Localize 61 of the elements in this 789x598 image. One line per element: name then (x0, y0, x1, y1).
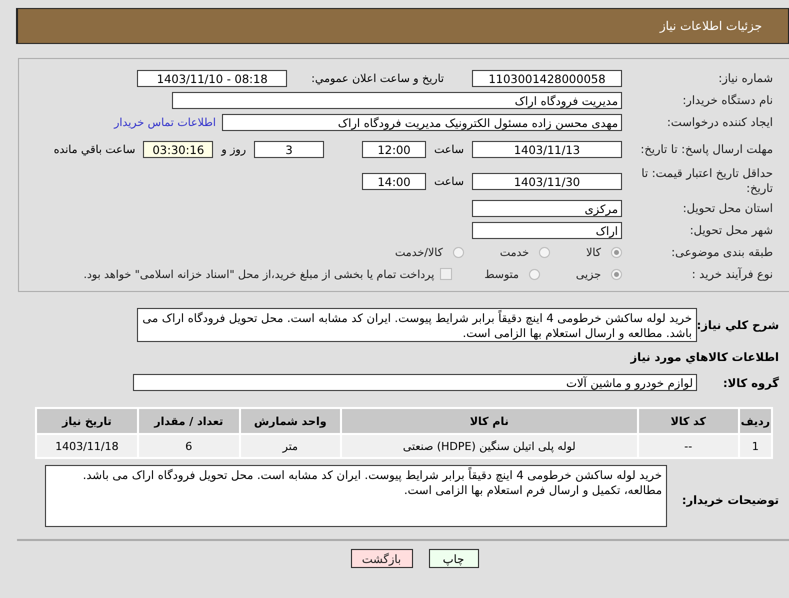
field-label: نام دستگاه خریدار: (681, 93, 773, 107)
radio-button[interactable] (611, 246, 622, 258)
field-label: شماره نیاز: (717, 71, 773, 85)
text-field[interactable]: 14:00 (362, 172, 426, 190)
option-label: جزیی (576, 268, 601, 280)
field-label: گروه کالا: (722, 376, 779, 390)
back-button[interactable]: بازگشت (350, 549, 412, 568)
text-field[interactable]: 1403/11/13 (472, 140, 622, 158)
text-field[interactable]: 1403/11/30 (472, 172, 622, 190)
field-label: طبقه بندی موضوعی: (670, 245, 773, 259)
radio-button[interactable] (452, 246, 464, 258)
table-cell: 6 (138, 435, 239, 457)
text-field[interactable]: 1103001428000058 (472, 70, 622, 86)
table-cell: متر (240, 435, 340, 457)
text-field[interactable]: مهدی محسن زاده مسئول الکترونیک مدیریت فرودگاه اراک (222, 114, 622, 130)
text-field[interactable]: اراک (472, 222, 622, 238)
field-label: تاریخ و ساعت اعلان عمومي: (311, 72, 444, 84)
field-label: روز و (221, 142, 246, 156)
text-field[interactable]: مرکزی (472, 200, 622, 216)
field-label: مهلت ارسال پاسخ: تا تاریخ: (639, 142, 773, 156)
column-header: ردیف (740, 409, 771, 433)
option-label: کالا/خدمت (395, 246, 443, 258)
table-cell: 1 (740, 435, 771, 457)
option-label: پرداخت تمام یا بخشی از مبلغ خرید،از محل "اسناد خزانه اسلامی" خواهد بود. (84, 268, 434, 280)
field-label: ایجاد کننده درخواست: (666, 115, 773, 129)
text-field[interactable]: 12:00 (362, 140, 426, 158)
field-label: استان محل تحویل: (682, 201, 773, 215)
option-label: کالا (586, 246, 601, 258)
section-heading: اطلاعات کالاهاي مورد نیاز (629, 350, 779, 366)
text-field[interactable]: 03:30:16 (143, 140, 214, 158)
field-label: شرح کلي نیاز: (697, 317, 779, 332)
contact-link[interactable]: اطلاعات تماس خریدار (114, 116, 216, 128)
column-header: تعداد / مقدار (138, 409, 239, 433)
column-header: نام کالا (342, 409, 637, 433)
field-label: حداقل تاریخ اعتبار قیمت: تا تاریخ: (640, 166, 773, 196)
column-header: کد کالا (638, 409, 738, 433)
print-button[interactable]: چاپ (428, 549, 478, 568)
column-header: تاریخ نیاز (37, 409, 137, 433)
option-label: متوسط (484, 268, 519, 280)
table-cell: -- (638, 435, 738, 457)
table-cell: لوله پلی اتیلن سنگین (HDPE) صنعتی (342, 435, 637, 457)
field-label: ساعت (434, 174, 464, 188)
field-label: ساعت باقي مانده (54, 142, 136, 156)
radio-button[interactable] (528, 268, 540, 280)
field-label: توضیحات خریدار: (680, 492, 779, 507)
checkbox[interactable] (440, 268, 452, 280)
radio-button[interactable] (611, 268, 622, 280)
text-area[interactable]: خرید لوله ساکشن خرطومی 4 اینچ دقیقاً برابر شرایط پیوست. ایران کد مشابه است. محل تحویل فرودگاه اراک می باشد. مطالعه، تکمیل و ارسال فرم استعلام بها الزامی است. (45, 465, 667, 527)
text-field[interactable]: لوازم خودرو و ماشین آلات (133, 374, 697, 391)
text-field[interactable]: 3 (254, 140, 324, 158)
table-cell: 1403/11/18 (37, 435, 137, 457)
text-field[interactable]: 1403/11/10 - 08:18 (137, 70, 288, 86)
text-area[interactable]: خرید لوله ساکشن خرطومی 4 اینچ دقیقاً برابر شرایط پیوست. ایران کد مشابه است. محل تحویل فرودگاه اراک می باشد. مطالعه و ارسال استعلام بها الزامی است. (137, 308, 697, 342)
radio-button[interactable] (539, 246, 550, 258)
field-label: ساعت (434, 142, 464, 156)
column-header: واحد شمارش (240, 409, 340, 433)
field-label: نوع فرآیند خرید : (690, 267, 773, 281)
field-label: شهر محل تحویل: (688, 223, 773, 237)
page-title: جزئیات اطلاعات نیاز (660, 19, 762, 33)
option-label: خدمت (500, 246, 530, 258)
text-field[interactable]: مدیریت فرودگاه اراک (172, 92, 622, 108)
